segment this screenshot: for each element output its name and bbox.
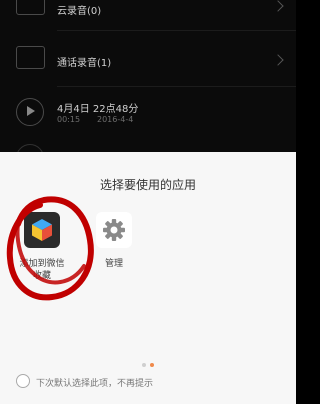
chevron-right-icon bbox=[272, 54, 284, 66]
divider bbox=[57, 86, 296, 87]
play-icon[interactable] bbox=[16, 98, 44, 126]
list-item[interactable]: 通话录音(1) bbox=[0, 36, 296, 78]
cube-app-icon bbox=[24, 212, 60, 248]
gear-icon bbox=[96, 212, 132, 248]
chevron-right-icon bbox=[272, 0, 284, 12]
folder-icon bbox=[16, 46, 45, 69]
chooser-title: 选择要使用的应用 bbox=[99, 178, 196, 192]
app-label: 添加到微信 收藏 bbox=[19, 259, 65, 281]
page-dot bbox=[142, 363, 146, 367]
app-option-wechat-favorites[interactable]: 添加到微信 收藏 bbox=[12, 212, 72, 282]
recording-duration: 00:15 bbox=[57, 115, 81, 124]
app-label: 管理 bbox=[104, 259, 123, 269]
list-item[interactable]: 4月4日 22点48分 00:15 2016-4-4 bbox=[0, 90, 296, 140]
divider bbox=[57, 30, 296, 31]
remember-radio[interactable] bbox=[16, 374, 30, 388]
page-dot-active bbox=[150, 363, 154, 367]
folder-icon bbox=[16, 0, 45, 15]
folder-label: 云录音(0) bbox=[57, 6, 102, 17]
list-item[interactable]: 云录音(0) bbox=[0, 0, 296, 30]
page-indicator bbox=[142, 363, 156, 367]
recording-date: 2016-4-4 bbox=[97, 115, 134, 124]
app-option-manage[interactable]: 管理 bbox=[90, 212, 138, 282]
recordings-list: 云录音(0) 通话录音(1) 4月4日 22点48分 00:15 2016-4-… bbox=[0, 0, 296, 172]
app-chooser-sheet: 选择要使用的应用 添加到微信 收藏 管理 下次默认选择此项，不再提示 bbox=[0, 152, 296, 404]
remember-label: 下次默认选择此项，不再提示 bbox=[36, 379, 154, 389]
recording-title: 4月4日 22点48分 bbox=[57, 104, 139, 115]
folder-label: 通话录音(1) bbox=[57, 58, 112, 69]
